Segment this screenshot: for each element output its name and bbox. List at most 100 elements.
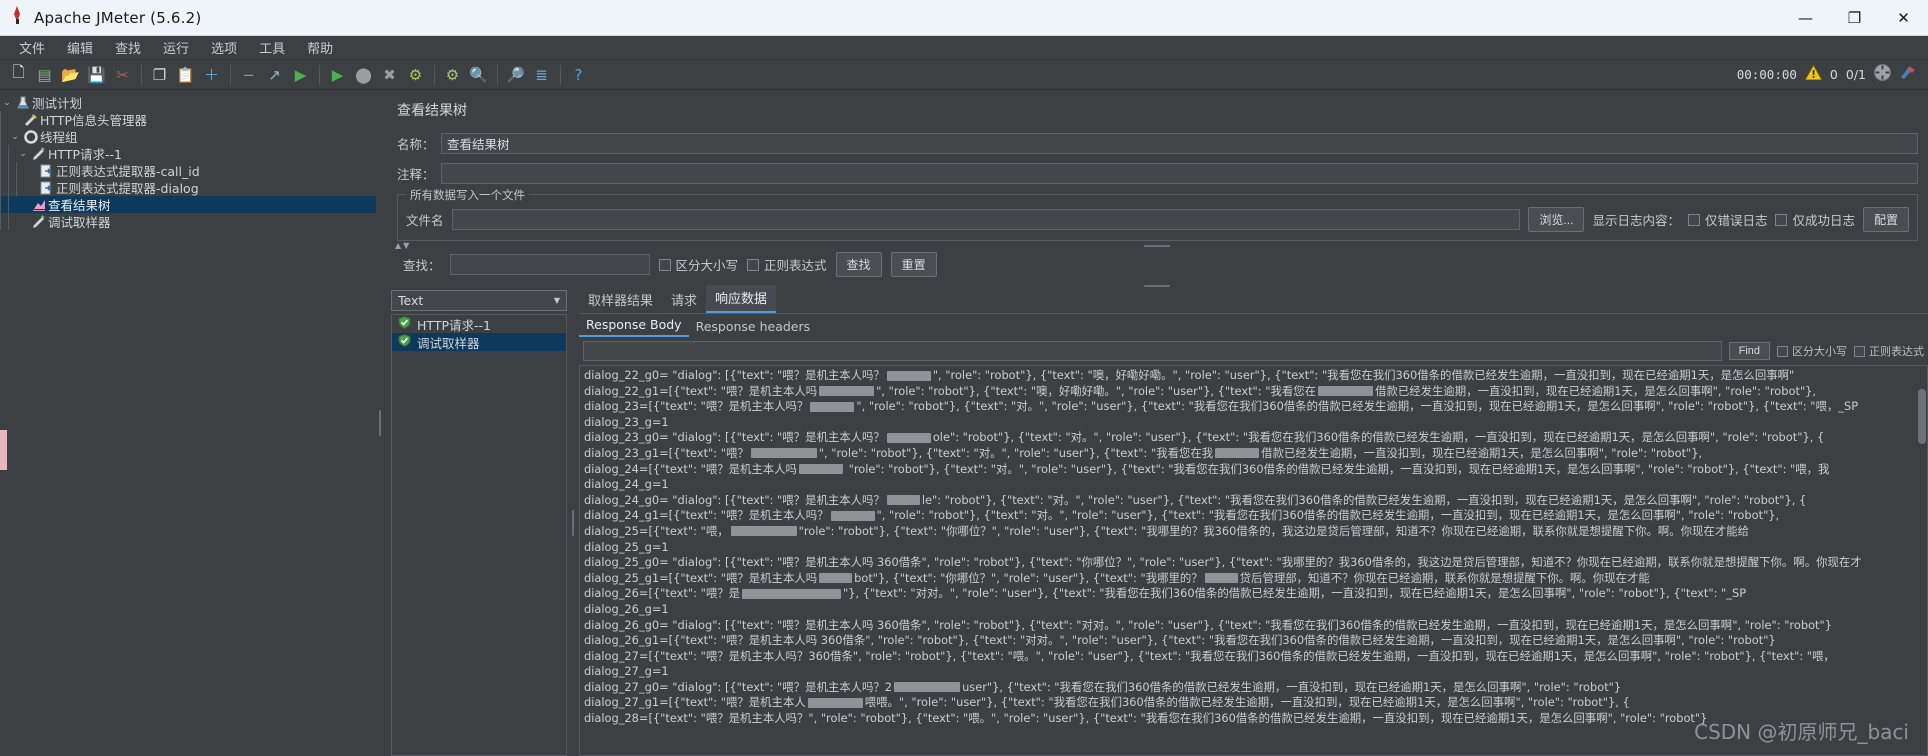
menu-run[interactable]: 运行 [152,36,200,59]
regex-extractor-icon [38,181,56,195]
close-button[interactable]: ✕ [1879,0,1928,36]
cut-icon[interactable]: ✂ [110,62,135,87]
menu-options[interactable]: 选项 [200,36,248,59]
response-body-text: dialog_22_g0= "dialog": [{"text": "喂？是机主… [580,366,1927,727]
tree-node-test-plan[interactable]: ⌄ 测试计划 [0,94,376,111]
tree-guide [0,128,1,145]
tree-node-regex-extractor-call-id[interactable]: 正则表达式提取器-call_id [0,162,376,179]
search-reset-button[interactable]: 重置 [890,252,937,277]
stop-icon[interactable]: ⬤ [351,62,376,87]
response-tabs[interactable]: 取样器结果 请求 响应数据 [579,285,1928,314]
splitter-arrows-icon[interactable]: ▲▼ [395,241,411,250]
result-item-debug-sampler[interactable]: 调试取样器 [392,333,566,351]
open-icon[interactable]: 📂 [58,62,83,87]
success-only-box[interactable] [1775,213,1788,226]
errors-only-checkbox[interactable]: 仅错误日志 [1687,210,1767,229]
help-icon[interactable]: ? [566,62,591,87]
response-subtabs[interactable]: Response Body Response headers [579,314,1928,337]
tree-twisty-icon[interactable]: ⌄ [8,132,22,142]
configure-button[interactable]: 配置 [1862,207,1909,232]
success-only-checkbox[interactable]: 仅成功日志 [1775,210,1855,229]
response-vertical-scrollbar[interactable] [1917,366,1927,755]
chevron-down-icon[interactable]: ▼ [554,296,560,305]
errors-only-box[interactable] [1687,213,1700,226]
jmeter-window: Apache JMeter (5.6.2) — ❐ ✕ 文件 编辑 查找 运行 选项 工具… [0,0,1928,756]
templates-icon[interactable]: ▤ [32,62,57,87]
name-input[interactable] [441,132,1918,154]
menu-tools[interactable]: 工具 [248,36,296,59]
tree-node-view-results-tree[interactable]: 查看结果树 [0,196,376,213]
start-no-pause-icon[interactable]: ▶ [325,62,350,87]
response-find-button[interactable]: Find [1728,342,1770,360]
clear-all-icon[interactable]: ⚙ [440,62,465,87]
menu-help[interactable]: 帮助 [296,36,344,59]
success-shield-icon [398,315,411,332]
minimize-button[interactable]: — [1781,0,1830,36]
tab-sampler-result[interactable]: 取样器结果 [579,287,662,313]
search-input[interactable] [449,254,650,275]
collapse-all-icon[interactable]: − [236,62,261,87]
tree-node-http-request-1[interactable]: ⌄ HTTP请求--1 [0,145,376,162]
response-case-sensitive-checkbox[interactable]: 区分大小写 [1777,343,1847,359]
toggle-icon[interactable]: ↗ [262,62,287,87]
start-icon[interactable]: ▶ [288,62,313,87]
response-body-viewer[interactable]: dialog_22_g0= "dialog": [{"text": "喂？是机主… [579,365,1928,756]
sampler-results-list[interactable]: HTTP请求--1 调试取样器 [391,314,567,756]
tree-twisty-icon[interactable]: ⌄ [16,149,30,159]
comment-input[interactable] [441,162,1918,184]
running-threads-icon[interactable] [1874,64,1891,85]
tree-guide [0,145,1,162]
expand-all-icon[interactable]: ＋ [199,62,224,87]
tree-twisty-icon[interactable]: ⌄ [0,98,14,108]
search-find-button[interactable]: 查找 [835,252,882,277]
subtab-response-body[interactable]: Response Body [579,314,689,337]
filename-input[interactable] [451,209,1521,230]
maximize-button[interactable]: ❐ [1830,0,1879,36]
response-body-line: dialog_27_g=1 [584,664,669,679]
tree-panel-splitter[interactable] [376,90,383,756]
search-regex-checkbox[interactable]: 正则表达式 [747,255,827,274]
redacted-text [1215,448,1260,459]
clear-gc-icon[interactable] [1899,65,1916,84]
main-split: ⌄ 测试计划 HTTP信息头管理器 ⌄ 线程组 ⌄ HTTP请求--1 正则表达式提取器-ca… [0,90,1928,756]
search-case-sensitive-checkbox[interactable]: 区分大小写 [658,255,738,274]
menu-search[interactable]: 查找 [104,36,152,59]
tree-node-thread-group[interactable]: ⌄ 线程组 [0,128,376,145]
response-find-input[interactable] [583,341,1722,361]
reset-search-icon[interactable]: 🔎 [503,62,528,87]
new-icon[interactable]: 🗋 [6,62,31,87]
clear-icon[interactable]: ⚙ [403,62,428,87]
renderer-select[interactable]: Text ▼ [391,290,567,311]
lower-splitter[interactable] [385,281,1928,290]
warning-triangle-icon[interactable] [1804,63,1823,84]
browse-button[interactable]: 浏览... [1528,207,1585,232]
paste-icon[interactable]: 📋 [173,62,198,87]
tree-node-debug-sampler[interactable]: 调试取样器 [0,213,376,230]
response-body-line: dialog_25=[{"text": "喂， "role": "robot"},… [584,523,1749,538]
tree-node-http-header-manager[interactable]: HTTP信息头管理器 [0,111,376,128]
tree-node-regex-extractor-dialog[interactable]: 正则表达式提取器-dialog [0,179,376,196]
tab-request[interactable]: 请求 [662,287,706,313]
response-regex-checkbox[interactable]: 正则表达式 [1854,343,1924,359]
response-find-bar: Find 区分大小写 正则表达式 [579,337,1928,365]
search-regex-box[interactable] [747,258,760,271]
function-helper-icon[interactable]: ≣ [529,62,554,87]
copy-icon[interactable]: ❐ [147,62,172,87]
upper-splitter[interactable]: ▲▼ [385,241,1928,250]
scrollbar-thumb[interactable] [1918,389,1926,444]
redacted-text [894,682,961,693]
search-icon[interactable]: 🔍 [466,62,491,87]
response-regex-box[interactable] [1854,345,1865,357]
debug-sampler-icon [30,214,48,229]
search-case-box[interactable] [658,258,671,271]
save-icon[interactable]: 💾 [84,62,109,87]
results-splitter[interactable] [567,290,579,756]
result-item-http-request-1[interactable]: HTTP请求--1 [392,315,566,333]
menu-file[interactable]: 文件 [8,36,56,59]
response-body-line: dialog_23_g=1 [584,414,669,429]
shutdown-icon[interactable]: ✖ [377,62,402,87]
response-case-box[interactable] [1777,345,1788,357]
test-plan-tree[interactable]: ⌄ 测试计划 HTTP信息头管理器 ⌄ 线程组 ⌄ HTTP请求--1 正则表达式提取器-ca… [0,90,376,756]
menu-edit[interactable]: 编辑 [56,36,104,59]
subtab-response-headers[interactable]: Response headers [689,316,818,337]
